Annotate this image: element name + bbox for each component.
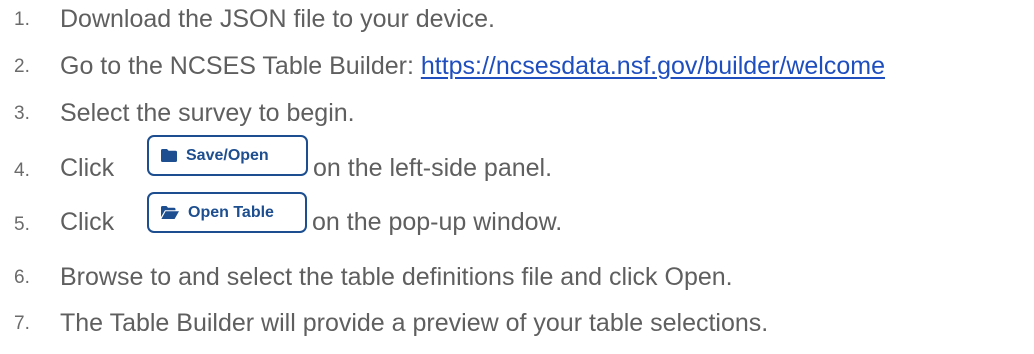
step-text: Download the JSON file to your device. [60, 5, 495, 33]
open-table-label: Open Table [188, 203, 274, 221]
step-text: The Table Builder will provide a preview… [60, 309, 769, 337]
step-text-prefix: Click [60, 154, 115, 182]
step-number: 4. [14, 160, 30, 181]
step-number: 5. [14, 214, 30, 235]
step-text: Browse to and select the table definitio… [60, 263, 733, 291]
step-number: 2. [14, 56, 30, 77]
folder-icon [161, 149, 177, 162]
folder-open-icon [161, 206, 179, 219]
step-text-suffix: on the pop-up window. [312, 208, 563, 236]
step-text: Select the survey to begin. [60, 99, 355, 127]
step-number: 3. [14, 103, 30, 124]
save-open-label: Save/Open [186, 146, 269, 164]
open-table-button-image: Open Table [147, 192, 307, 233]
step-text-prefix: Go to the NCSES Table Builder: [60, 52, 421, 80]
save-open-button-image: Save/Open [147, 135, 308, 176]
instruction-list: 1. Download the JSON file to your device… [0, 0, 1034, 354]
step-text: Go to the NCSES Table Builder: https://n… [60, 52, 885, 81]
step-text-prefix: Click [60, 208, 115, 236]
step-text-suffix: on the left-side panel. [313, 154, 553, 182]
step-number: 6. [14, 267, 30, 288]
step-number: 1. [14, 9, 30, 30]
step-number: 7. [14, 313, 30, 334]
table-builder-link[interactable]: https://ncsesdata.nsf.gov/builder/welcom… [421, 52, 885, 80]
